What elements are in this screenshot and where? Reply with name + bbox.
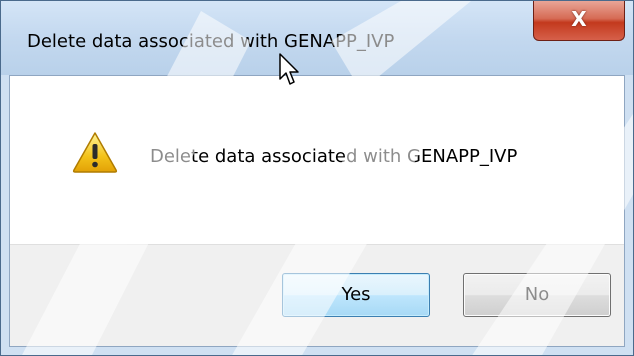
warning-icon	[72, 132, 118, 173]
close-icon: X	[571, 7, 587, 31]
no-button[interactable]: No	[463, 273, 611, 317]
dialog-window: Delete data associated with GENAPP_IVP X…	[0, 0, 634, 356]
dialog-body: Delete data associated with GENAPP_IVP Y…	[9, 75, 625, 347]
button-bar: Yes No	[10, 244, 624, 346]
window-title: Delete data associated with GENAPP_IVP	[27, 31, 395, 52]
yes-button[interactable]: Yes	[282, 273, 430, 317]
mouse-cursor-icon	[279, 53, 299, 85]
message-area: Delete data associated with GENAPP_IVP	[10, 76, 624, 244]
close-button[interactable]: X	[533, 1, 625, 41]
title-bar[interactable]: Delete data associated with GENAPP_IVP X	[1, 1, 633, 75]
message-text: Delete data associated with GENAPP_IVP	[150, 146, 518, 167]
